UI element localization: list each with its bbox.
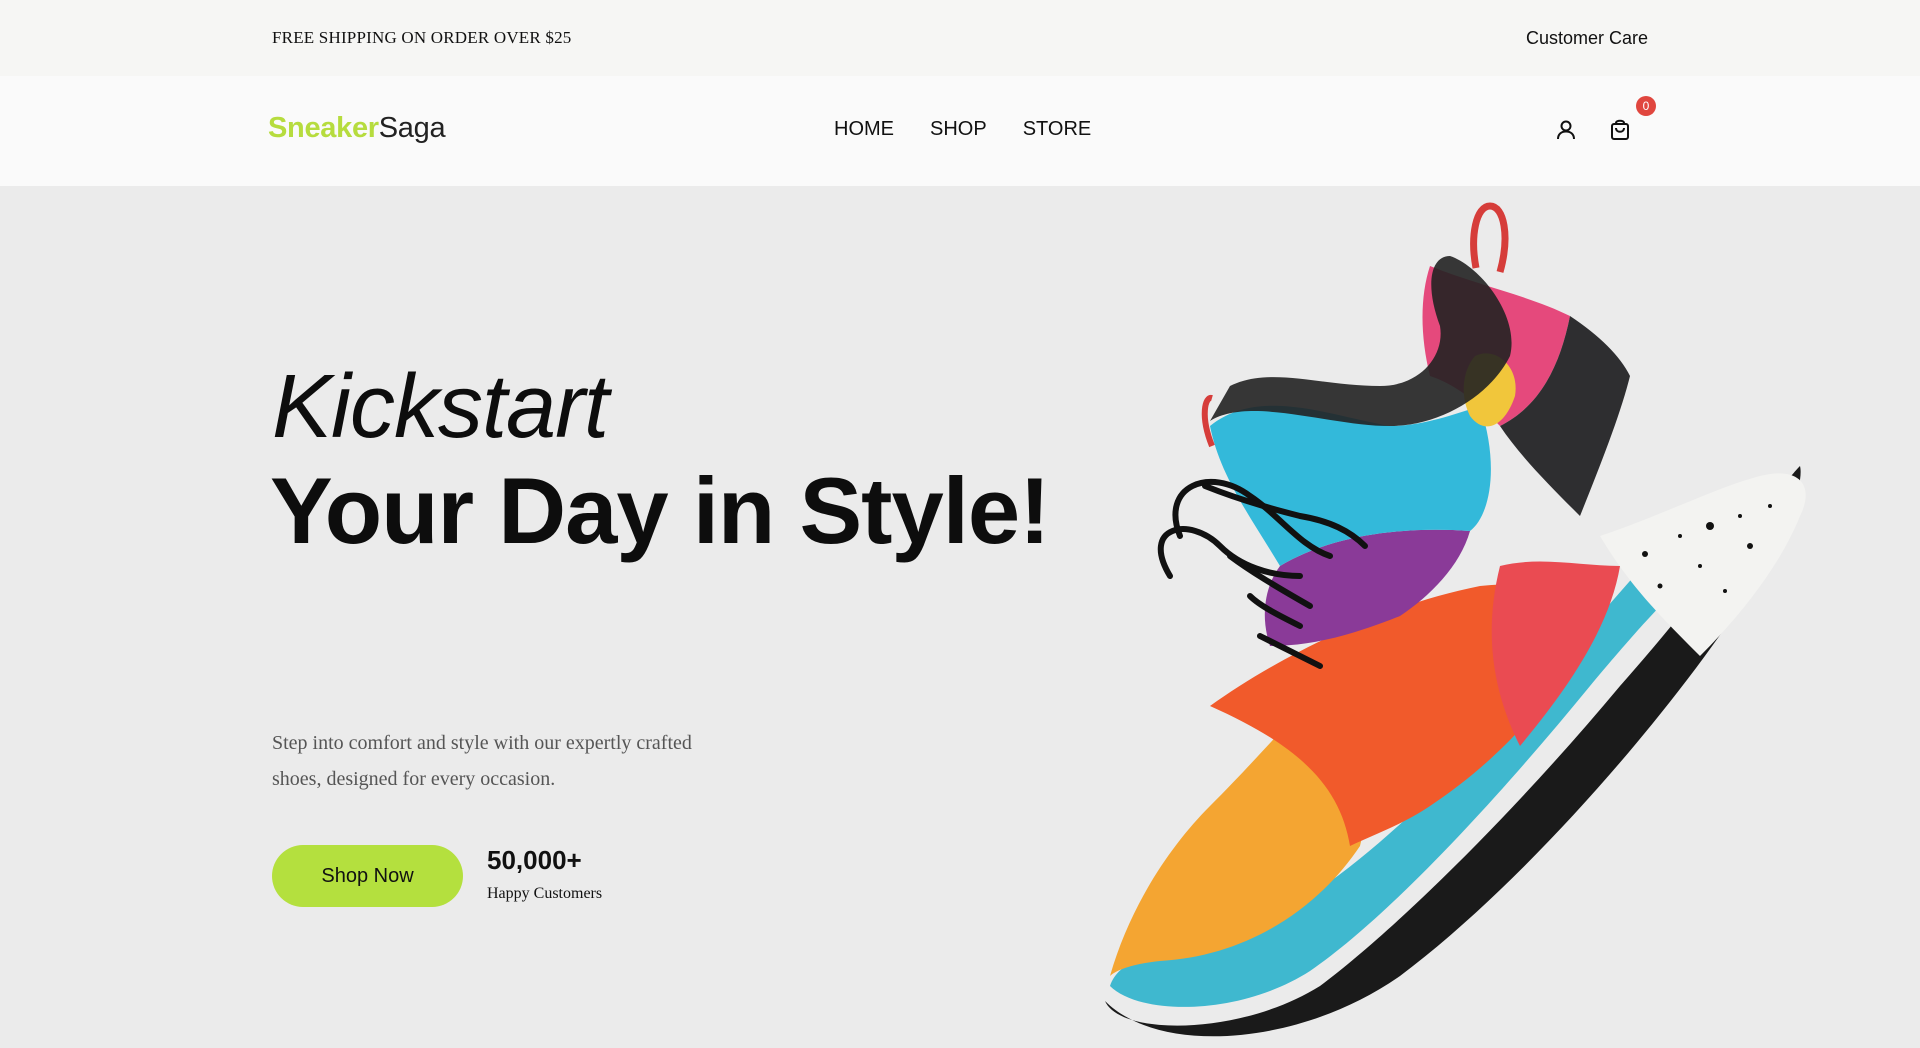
hero-headline-line1: Kickstart [272,357,609,457]
user-icon[interactable] [1552,116,1580,144]
main-nav: HOME SHOP STORE [834,118,1091,141]
hero-description: Step into comfort and style with our exp… [272,732,692,790]
logo-text-saga: Saga [378,112,446,144]
shipping-notice: FREE SHIPPING ON ORDER OVER $25 [272,28,572,47]
hero-section: Kickstart Your Day in Style! Step into c… [0,186,1920,1048]
customer-count: 50,000+ [487,845,582,875]
main-header: SneakerSaga HOME SHOP STORE 0 [0,76,1920,186]
shop-now-button[interactable]: Shop Now [272,845,463,907]
shopping-bag-icon[interactable] [1606,116,1634,144]
logo-text-sneaker: Sneaker [268,112,379,144]
nav-shop[interactable]: SHOP [930,118,987,141]
cart-count-badge: 0 [1636,96,1656,116]
customer-care-link[interactable]: Customer Care [1526,28,1648,49]
announcement-bar: FREE SHIPPING ON ORDER OVER $25 Customer… [0,0,1920,76]
customer-count-label: Happy Customers [487,885,603,902]
nav-home[interactable]: HOME [834,118,894,141]
sneaker-image [1105,202,1806,1037]
hero-headline-line2: Your Day in Style! [270,458,1050,563]
brand-logo[interactable]: SneakerSaga [268,112,446,145]
nav-store[interactable]: STORE [1023,118,1092,141]
